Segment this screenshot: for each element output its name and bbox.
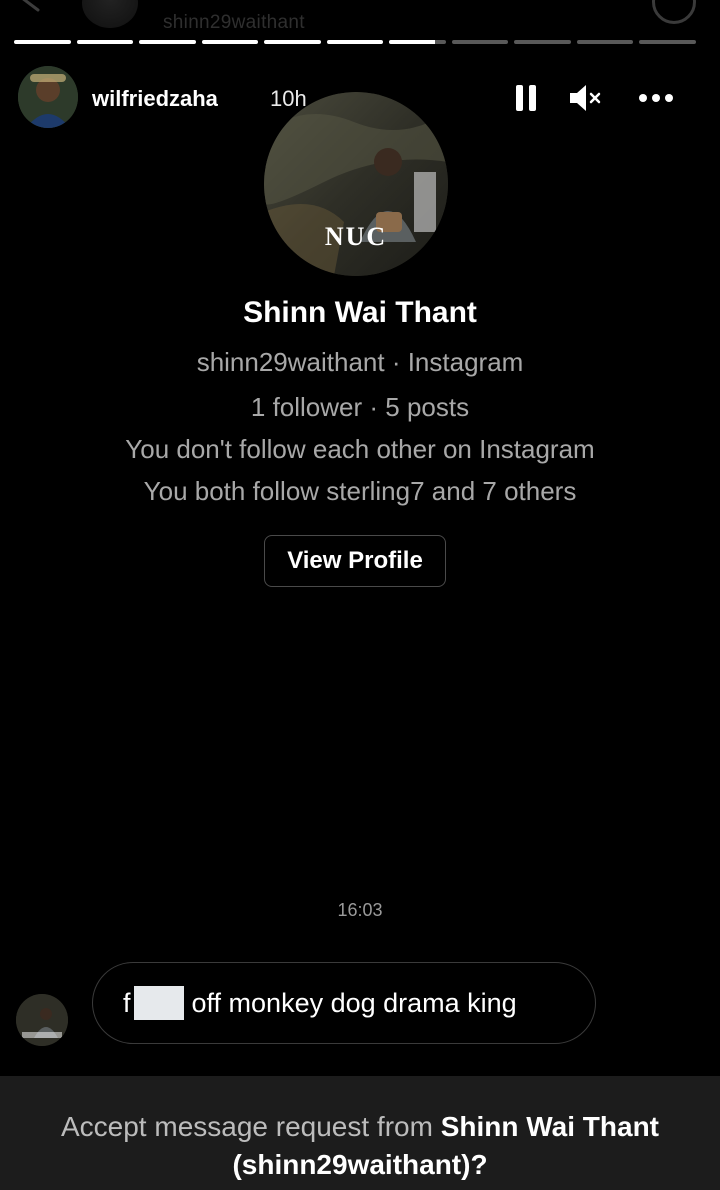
profile-mutual-followers: You both follow sterling7 and 7 others — [143, 476, 577, 506]
story-progress-segment — [139, 40, 196, 44]
profile-handle-line: shinn29waithant · Instagram — [196, 347, 524, 377]
view-profile-button[interactable]: View Profile — [264, 535, 446, 587]
muted-speaker-icon — [570, 85, 601, 111]
story-progress-segment — [576, 40, 634, 44]
story-progress — [14, 40, 697, 44]
previous-avatar — [82, 0, 138, 28]
story-progress-segment — [639, 40, 697, 44]
story-owner-avatar[interactable] — [18, 66, 78, 128]
request-sender-name: Shinn Wai Thant — [440, 1111, 659, 1142]
story-progress-segment — [514, 40, 571, 44]
profile-stats-line: 1 follower · 5 posts — [250, 392, 470, 422]
story-progress-segment — [264, 40, 321, 44]
profile-follow-status: You don't follow each other on Instagram — [125, 434, 595, 464]
story-progress-segment — [451, 40, 509, 44]
profile-name: Shinn Wai Thant — [243, 296, 477, 329]
message-bubble[interactable]: f off monkey dog drama king — [92, 962, 596, 1044]
more-options-button[interactable] — [636, 80, 676, 116]
profile-picture[interactable]: NUC — [264, 92, 448, 276]
story-progress-segment — [14, 40, 71, 44]
mute-button[interactable] — [566, 80, 606, 116]
pause-icon — [516, 85, 536, 111]
sender-avatar[interactable] — [16, 994, 68, 1046]
story-progress-segment — [76, 40, 134, 44]
request-sender-handle: (shinn29waithant)? — [232, 1149, 488, 1180]
more-options-icon — [639, 94, 673, 102]
back-arrow-icon — [22, 0, 40, 12]
message-text: off monkey dog drama king — [191, 987, 517, 1018]
previous-story-header: shinn29waithant — [0, 0, 720, 34]
story-time: 10h — [270, 86, 307, 111]
previous-username: shinn29waithant — [163, 12, 305, 33]
story-progress-segment — [201, 40, 259, 44]
message-request-bar: Accept message request from Shinn Wai Th… — [0, 1076, 720, 1190]
censor-block — [133, 986, 184, 1020]
request-prefix: Accept message request from — [60, 1111, 441, 1142]
previous-info-icon — [652, 0, 696, 24]
pause-button[interactable] — [506, 80, 546, 116]
message-timestamp: 16:03 — [337, 900, 383, 920]
profile-picture-badge: NUC — [324, 222, 388, 251]
story-progress-segment — [326, 40, 384, 44]
message-prefix: f — [123, 987, 131, 1018]
story-progress-segment — [389, 40, 446, 44]
story-owner-username[interactable]: wilfriedzaha — [92, 86, 218, 112]
